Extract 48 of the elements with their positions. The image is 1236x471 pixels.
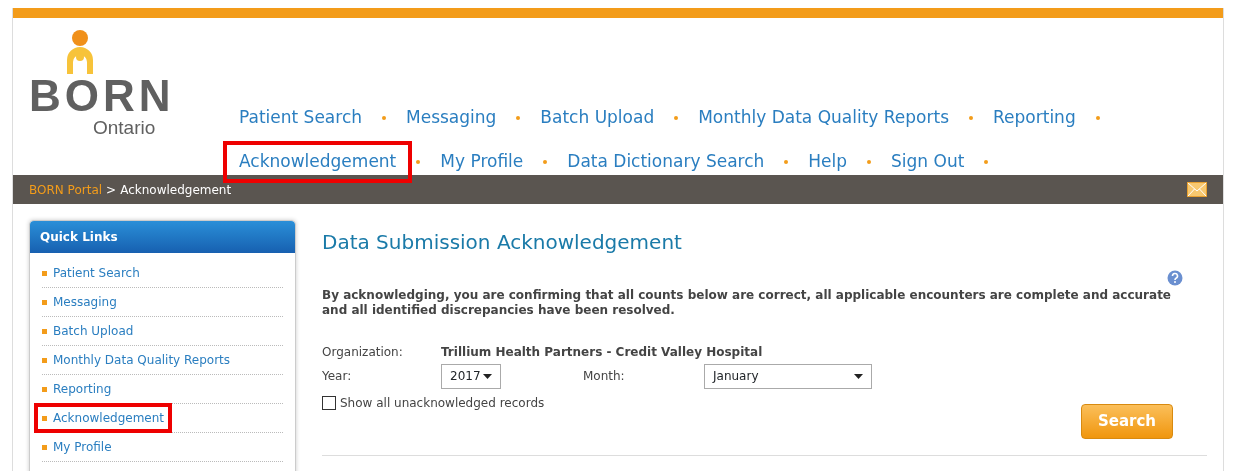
separator-dot bbox=[543, 160, 548, 164]
separator-dot bbox=[382, 116, 386, 120]
page-title: Data Submission Acknowledgement bbox=[322, 230, 683, 254]
quick-link[interactable]: Batch Upload bbox=[34, 316, 142, 346]
nav-link[interactable]: Reporting bbox=[977, 97, 1092, 139]
caret-icon bbox=[483, 373, 492, 379]
quick-link[interactable]: Messaging bbox=[34, 287, 125, 317]
mail-icon[interactable] bbox=[1187, 182, 1207, 197]
quick-links-title: Quick Links bbox=[30, 221, 295, 253]
quick-link[interactable]: Patient Search bbox=[34, 258, 148, 288]
separator-dot bbox=[784, 160, 789, 164]
breadcrumb-current: Acknowledgement bbox=[120, 181, 232, 199]
nav-link[interactable]: Messaging bbox=[390, 97, 513, 139]
acknowledgement-notice: By acknowledging, you are confirming that all counts below are correct, all applicable encounters are complete and accurate and all identified discrepancies have been resolved. bbox=[322, 288, 1172, 318]
year-label: Year: bbox=[322, 368, 353, 385]
quick-link[interactable]: Monthly Data Quality Reports bbox=[34, 345, 239, 375]
caret-icon bbox=[854, 373, 863, 379]
nav-link[interactable]: Sign Out bbox=[875, 141, 981, 183]
checkbox[interactable] bbox=[322, 396, 336, 410]
person-logo-icon bbox=[65, 30, 95, 74]
separator-dot bbox=[984, 160, 989, 164]
checkbox-label: Show all unacknowledged records bbox=[340, 395, 545, 412]
nav-link[interactable]: Monthly Data Quality Reports bbox=[682, 97, 966, 139]
separator-dot bbox=[867, 160, 872, 164]
nav-link[interactable]: Acknowledgement bbox=[223, 141, 413, 183]
organization-label: Organization: bbox=[322, 344, 404, 361]
breadcrumb-separator: > bbox=[106, 181, 117, 199]
quick-link[interactable]: Acknowledgement bbox=[34, 403, 173, 433]
logo-title: BORN bbox=[29, 74, 176, 118]
quick-link[interactable]: Reporting bbox=[34, 374, 120, 404]
help-icon[interactable] bbox=[1167, 270, 1183, 286]
separator-dot bbox=[674, 116, 679, 120]
quick-link[interactable]: My Profile bbox=[34, 432, 120, 462]
month-label: Month: bbox=[583, 368, 626, 385]
breadcrumb-link[interactable]: BORN Portal bbox=[29, 180, 103, 199]
logo-subtitle: Ontario bbox=[93, 118, 157, 137]
nav-link[interactable]: Help bbox=[792, 141, 864, 183]
month-select[interactable]: January bbox=[704, 363, 872, 389]
separator-dot bbox=[516, 116, 521, 120]
separator-dot bbox=[969, 116, 974, 120]
separator-dot bbox=[416, 160, 421, 164]
separator-dot bbox=[1095, 116, 1100, 120]
nav-link[interactable]: Batch Upload bbox=[524, 97, 671, 139]
nav-link[interactable]: Patient Search bbox=[223, 97, 378, 139]
nav-link[interactable]: My Profile bbox=[424, 141, 540, 183]
organization-value: Trillium Health Partners - Credit Valley Hospital bbox=[441, 344, 763, 361]
year-select[interactable]: 2017 bbox=[441, 363, 501, 389]
nav-link[interactable]: Data Dictionary Search bbox=[551, 141, 781, 183]
